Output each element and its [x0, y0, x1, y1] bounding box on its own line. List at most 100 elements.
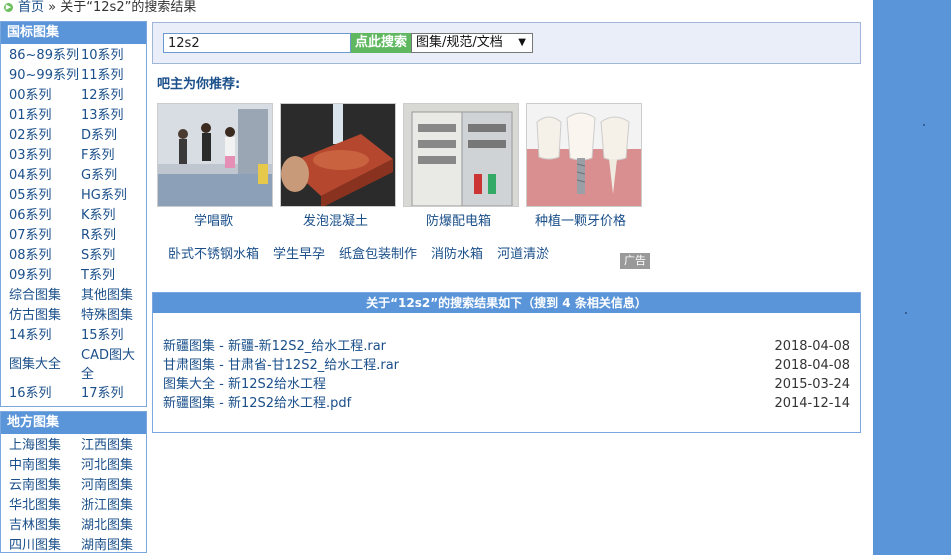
sidebar-item-henan[interactable]: 河南图集: [81, 476, 146, 496]
sidebar-item-15[interactable]: 15系列: [81, 326, 151, 346]
sidebar-item-huabei[interactable]: 华北图集: [9, 496, 81, 516]
sidebar-item-16[interactable]: 16系列: [9, 384, 81, 404]
recommend-links: 卧式不锈钢水箱 学生早孕 纸盒包装制作 消防水箱 河道清淤: [168, 243, 549, 262]
regional-atlas-list: 上海图集 江西图集 中南图集 河北图集 云南图集 河南图集 华北图集 浙江图集 …: [1, 434, 146, 552]
sidebar-item-zhongnan[interactable]: 中南图集: [9, 456, 81, 476]
recommend-link[interactable]: 河道清淤: [497, 243, 549, 262]
sidebar-item-hubei[interactable]: 湖北图集: [81, 516, 146, 536]
sidebar-item-k[interactable]: K系列: [81, 206, 151, 226]
sidebar-item-17[interactable]: 17系列: [81, 384, 151, 404]
sidebar-item-t[interactable]: T系列: [81, 266, 151, 286]
sidebar-item-01[interactable]: 01系列: [9, 106, 81, 126]
recommend-title: 吧主为你推荐:: [157, 77, 241, 92]
sidebar-item-shanghai[interactable]: 上海图集: [9, 436, 81, 456]
dropdown-arrow-icon: ▼: [518, 37, 526, 48]
sidebar-item-86-89[interactable]: 86~89系列: [9, 46, 81, 66]
foam-concrete-photo: [281, 104, 395, 206]
result-title-link[interactable]: 新疆图集 - 新疆-新12S2_给水工程.rar: [163, 337, 386, 356]
sidebar-item-zhejiang[interactable]: 浙江图集: [81, 496, 146, 516]
sidebar-item-d[interactable]: D系列: [81, 126, 151, 146]
sidebar-item-jilin[interactable]: 吉林图集: [9, 516, 81, 536]
search-bar: 点此搜索 图集/规范/文档 ▼: [152, 22, 861, 64]
search-input[interactable]: [163, 33, 351, 53]
recommend-card-image[interactable]: [403, 103, 519, 207]
result-date: 2014-12-14: [774, 396, 850, 411]
recommend-card-label[interactable]: 学唱歌: [194, 210, 233, 229]
sidebar-item-09[interactable]: 09系列: [9, 266, 81, 286]
search-results: 关于“12s2”的搜索结果如下（搜到 4 条相关信息） 新疆图集 - 新疆-新1…: [152, 292, 861, 433]
panel-dot: [923, 124, 925, 126]
sidebar-item-08[interactable]: 08系列: [9, 246, 81, 266]
recommend-card-image[interactable]: [526, 103, 642, 207]
national-atlas-title: 国标图集: [1, 22, 146, 44]
dental-implant-photo: [527, 104, 641, 206]
breadcrumb-current: 关于“12s2”的搜索结果: [60, 0, 197, 15]
ad-badge: 广告: [620, 253, 650, 269]
panel-dot: [905, 312, 907, 314]
sidebar-item-other[interactable]: 其他图集: [81, 286, 151, 306]
sidebar-item-03[interactable]: 03系列: [9, 146, 81, 166]
result-row: 新疆图集 - 新疆-新12S2_给水工程.rar 2018-04-08: [163, 337, 850, 356]
right-side-panel: [873, 0, 951, 555]
recommend-link[interactable]: 纸盒包装制作: [339, 243, 417, 262]
sidebar-item-13[interactable]: 13系列: [81, 106, 151, 126]
national-atlas-box: 国标图集 86~89系列 10系列 90~99系列 11系列 00系列 12系列…: [0, 21, 147, 407]
sidebar-item-10[interactable]: 10系列: [81, 46, 151, 66]
play-circle-icon: ▶: [4, 3, 13, 12]
regional-atlas-box: 地方图集 上海图集 江西图集 中南图集 河北图集 云南图集 河南图集 华北图集 …: [0, 411, 147, 553]
sidebar-item-yunnan[interactable]: 云南图集: [9, 476, 81, 496]
recommend-card-label[interactable]: 种植一颗牙价格: [535, 210, 626, 229]
search-button[interactable]: 点此搜索: [351, 33, 411, 53]
sidebar-item-06[interactable]: 06系列: [9, 206, 81, 226]
sidebar-item-04[interactable]: 04系列: [9, 166, 81, 186]
sidebar-item-hebei[interactable]: 河北图集: [81, 456, 146, 476]
sidebar-item-s[interactable]: S系列: [81, 246, 151, 266]
result-title-link[interactable]: 图集大全 - 新12S2给水工程: [163, 375, 326, 394]
sidebar-item-hunan[interactable]: 湖南图集: [81, 536, 146, 552]
sidebar-item-12[interactable]: 12系列: [81, 86, 151, 106]
results-header: 关于“12s2”的搜索结果如下（搜到 4 条相关信息）: [153, 293, 860, 313]
sidebar-item-sichuan[interactable]: 四川图集: [9, 536, 81, 552]
result-date: 2018-04-08: [774, 339, 850, 354]
result-title-link[interactable]: 新疆图集 - 新12S2给水工程.pdf: [163, 394, 351, 413]
result-row: 新疆图集 - 新12S2给水工程.pdf 2014-12-14: [163, 394, 850, 413]
result-row: 甘肃图集 - 甘肃省-甘12S2_给水工程.rar 2018-04-08: [163, 356, 850, 375]
national-atlas-list: 86~89系列 10系列 90~99系列 11系列 00系列 12系列 01系列…: [1, 44, 146, 406]
result-date: 2015-03-24: [774, 377, 850, 392]
sidebar-item-f[interactable]: F系列: [81, 146, 151, 166]
sidebar-item-90-99[interactable]: 90~99系列: [9, 66, 81, 86]
sidebar-item-02[interactable]: 02系列: [9, 126, 81, 146]
sidebar-item-00[interactable]: 00系列: [9, 86, 81, 106]
singing-photo: [158, 104, 272, 206]
sidebar-item-special[interactable]: 特殊图集: [81, 306, 151, 326]
recommend-link[interactable]: 消防水箱: [431, 243, 483, 262]
sidebar-item-07[interactable]: 07系列: [9, 226, 81, 246]
sidebar-item-comprehensive[interactable]: 综合图集: [9, 286, 81, 306]
sidebar-item-r[interactable]: R系列: [81, 226, 151, 246]
explosion-proof-box-photo: [404, 104, 518, 206]
breadcrumb-home-link[interactable]: 首页: [18, 0, 44, 15]
result-row: 图集大全 - 新12S2给水工程 2015-03-24: [163, 375, 850, 394]
results-list: 新疆图集 - 新疆-新12S2_给水工程.rar 2018-04-08 甘肃图集…: [163, 337, 850, 413]
recommend-card-image[interactable]: [157, 103, 273, 207]
sidebar-item-14[interactable]: 14系列: [9, 326, 81, 346]
sidebar-item-05[interactable]: 05系列: [9, 186, 81, 206]
recommend-link[interactable]: 卧式不锈钢水箱: [168, 243, 259, 262]
sidebar-item-11[interactable]: 11系列: [81, 66, 151, 86]
recommend-card-image[interactable]: [280, 103, 396, 207]
sidebar-item-antique[interactable]: 仿古图集: [9, 306, 81, 326]
recommend-link[interactable]: 学生早孕: [273, 243, 325, 262]
search-type-select[interactable]: 图集/规范/文档 ▼: [411, 33, 533, 53]
sidebar-item-g[interactable]: G系列: [81, 166, 151, 186]
sidebar-item-atlas-all[interactable]: 图集大全: [9, 346, 81, 384]
search-type-value: 图集/规范/文档: [416, 35, 503, 50]
recommend-card-label[interactable]: 发泡混凝土: [303, 210, 368, 229]
regional-atlas-title: 地方图集: [1, 412, 146, 434]
sidebar-item-cad-all[interactable]: CAD图大全: [81, 346, 143, 384]
sidebar-item-jiangxi[interactable]: 江西图集: [81, 436, 146, 456]
breadcrumb: ▶ 首页 » 关于“12s2”的搜索结果: [4, 0, 196, 16]
result-title-link[interactable]: 甘肃图集 - 甘肃省-甘12S2_给水工程.rar: [163, 356, 399, 375]
recommend-card-label[interactable]: 防爆配电箱: [426, 210, 491, 229]
sidebar: 国标图集 86~89系列 10系列 90~99系列 11系列 00系列 12系列…: [0, 21, 147, 557]
sidebar-item-hg[interactable]: HG系列: [81, 186, 151, 206]
